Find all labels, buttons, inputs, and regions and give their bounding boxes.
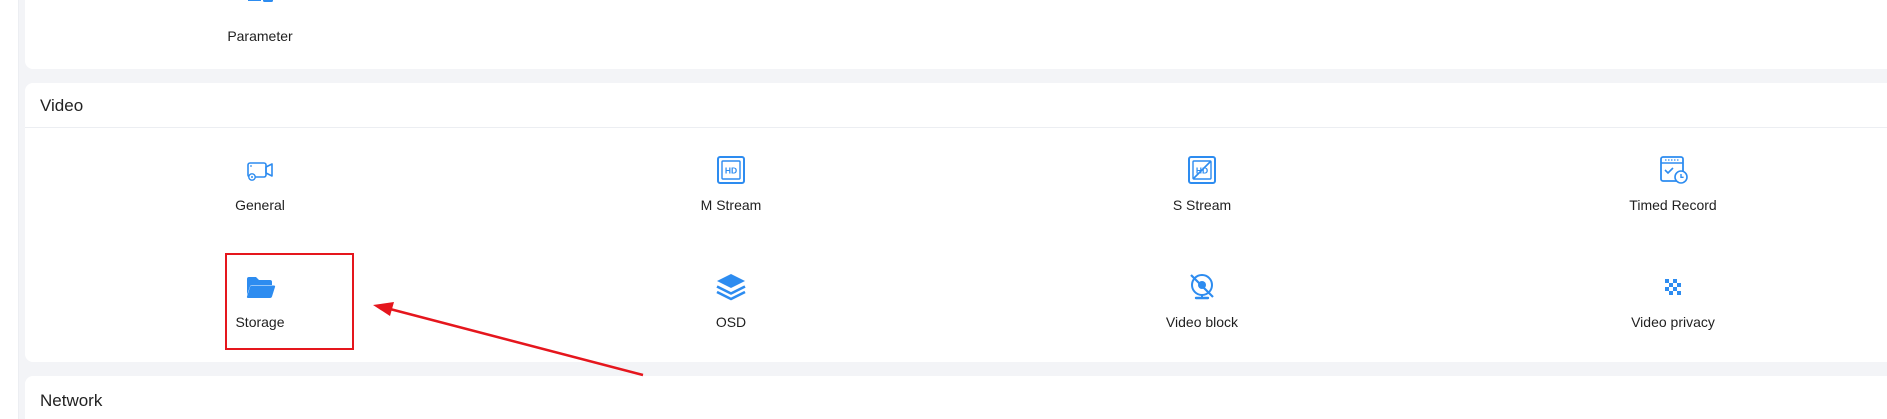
mosaic-icon [1656, 270, 1690, 304]
calendar-clock-icon [1656, 153, 1690, 187]
camera-settings-icon [243, 153, 277, 187]
tile-label: OSD [715, 314, 747, 330]
tile-label: M Stream [700, 197, 762, 213]
tile-parameter[interactable]: Parameter [180, 0, 340, 54]
tile-video-block[interactable]: Video block [1122, 270, 1282, 340]
tile-label: Timed Record [1629, 197, 1717, 213]
settings-page: Parameter Video General HD M Stream S St… [0, 0, 1887, 419]
tile-label: Video privacy [1631, 314, 1715, 330]
tile-label: Video block [1165, 314, 1239, 330]
tile-label: Storage [235, 314, 285, 330]
folder-icon [243, 270, 277, 304]
tile-video-privacy[interactable]: Video privacy [1593, 270, 1753, 340]
tile-label: Parameter [227, 28, 293, 44]
tile-timed-record[interactable]: Timed Record [1593, 153, 1753, 223]
parameter-icon [243, 0, 277, 18]
hd-icon: HD [714, 153, 748, 187]
tile-label: General [235, 197, 285, 213]
left-strip [0, 0, 19, 419]
tile-storage[interactable]: Storage [180, 270, 340, 340]
tile-general[interactable]: General [180, 153, 340, 223]
card-parameter-section: Parameter [25, 0, 1887, 69]
tile-osd[interactable]: OSD [651, 270, 811, 340]
hd-slash-icon: HD [1185, 153, 1219, 187]
card-network-section: Network [25, 376, 1887, 419]
camera-blocked-icon [1185, 270, 1219, 304]
layers-icon [714, 270, 748, 304]
section-title-video: Video [25, 83, 1887, 128]
tile-s-stream[interactable]: HD S Stream [1122, 153, 1282, 223]
svg-text:HD: HD [725, 166, 737, 176]
card-video-section: Video General HD M Stream S Stream Timed… [25, 83, 1887, 362]
tile-label: S Stream [1172, 197, 1232, 213]
tile-m-stream[interactable]: HD M Stream [651, 153, 811, 223]
section-title-network: Network [40, 391, 103, 410]
